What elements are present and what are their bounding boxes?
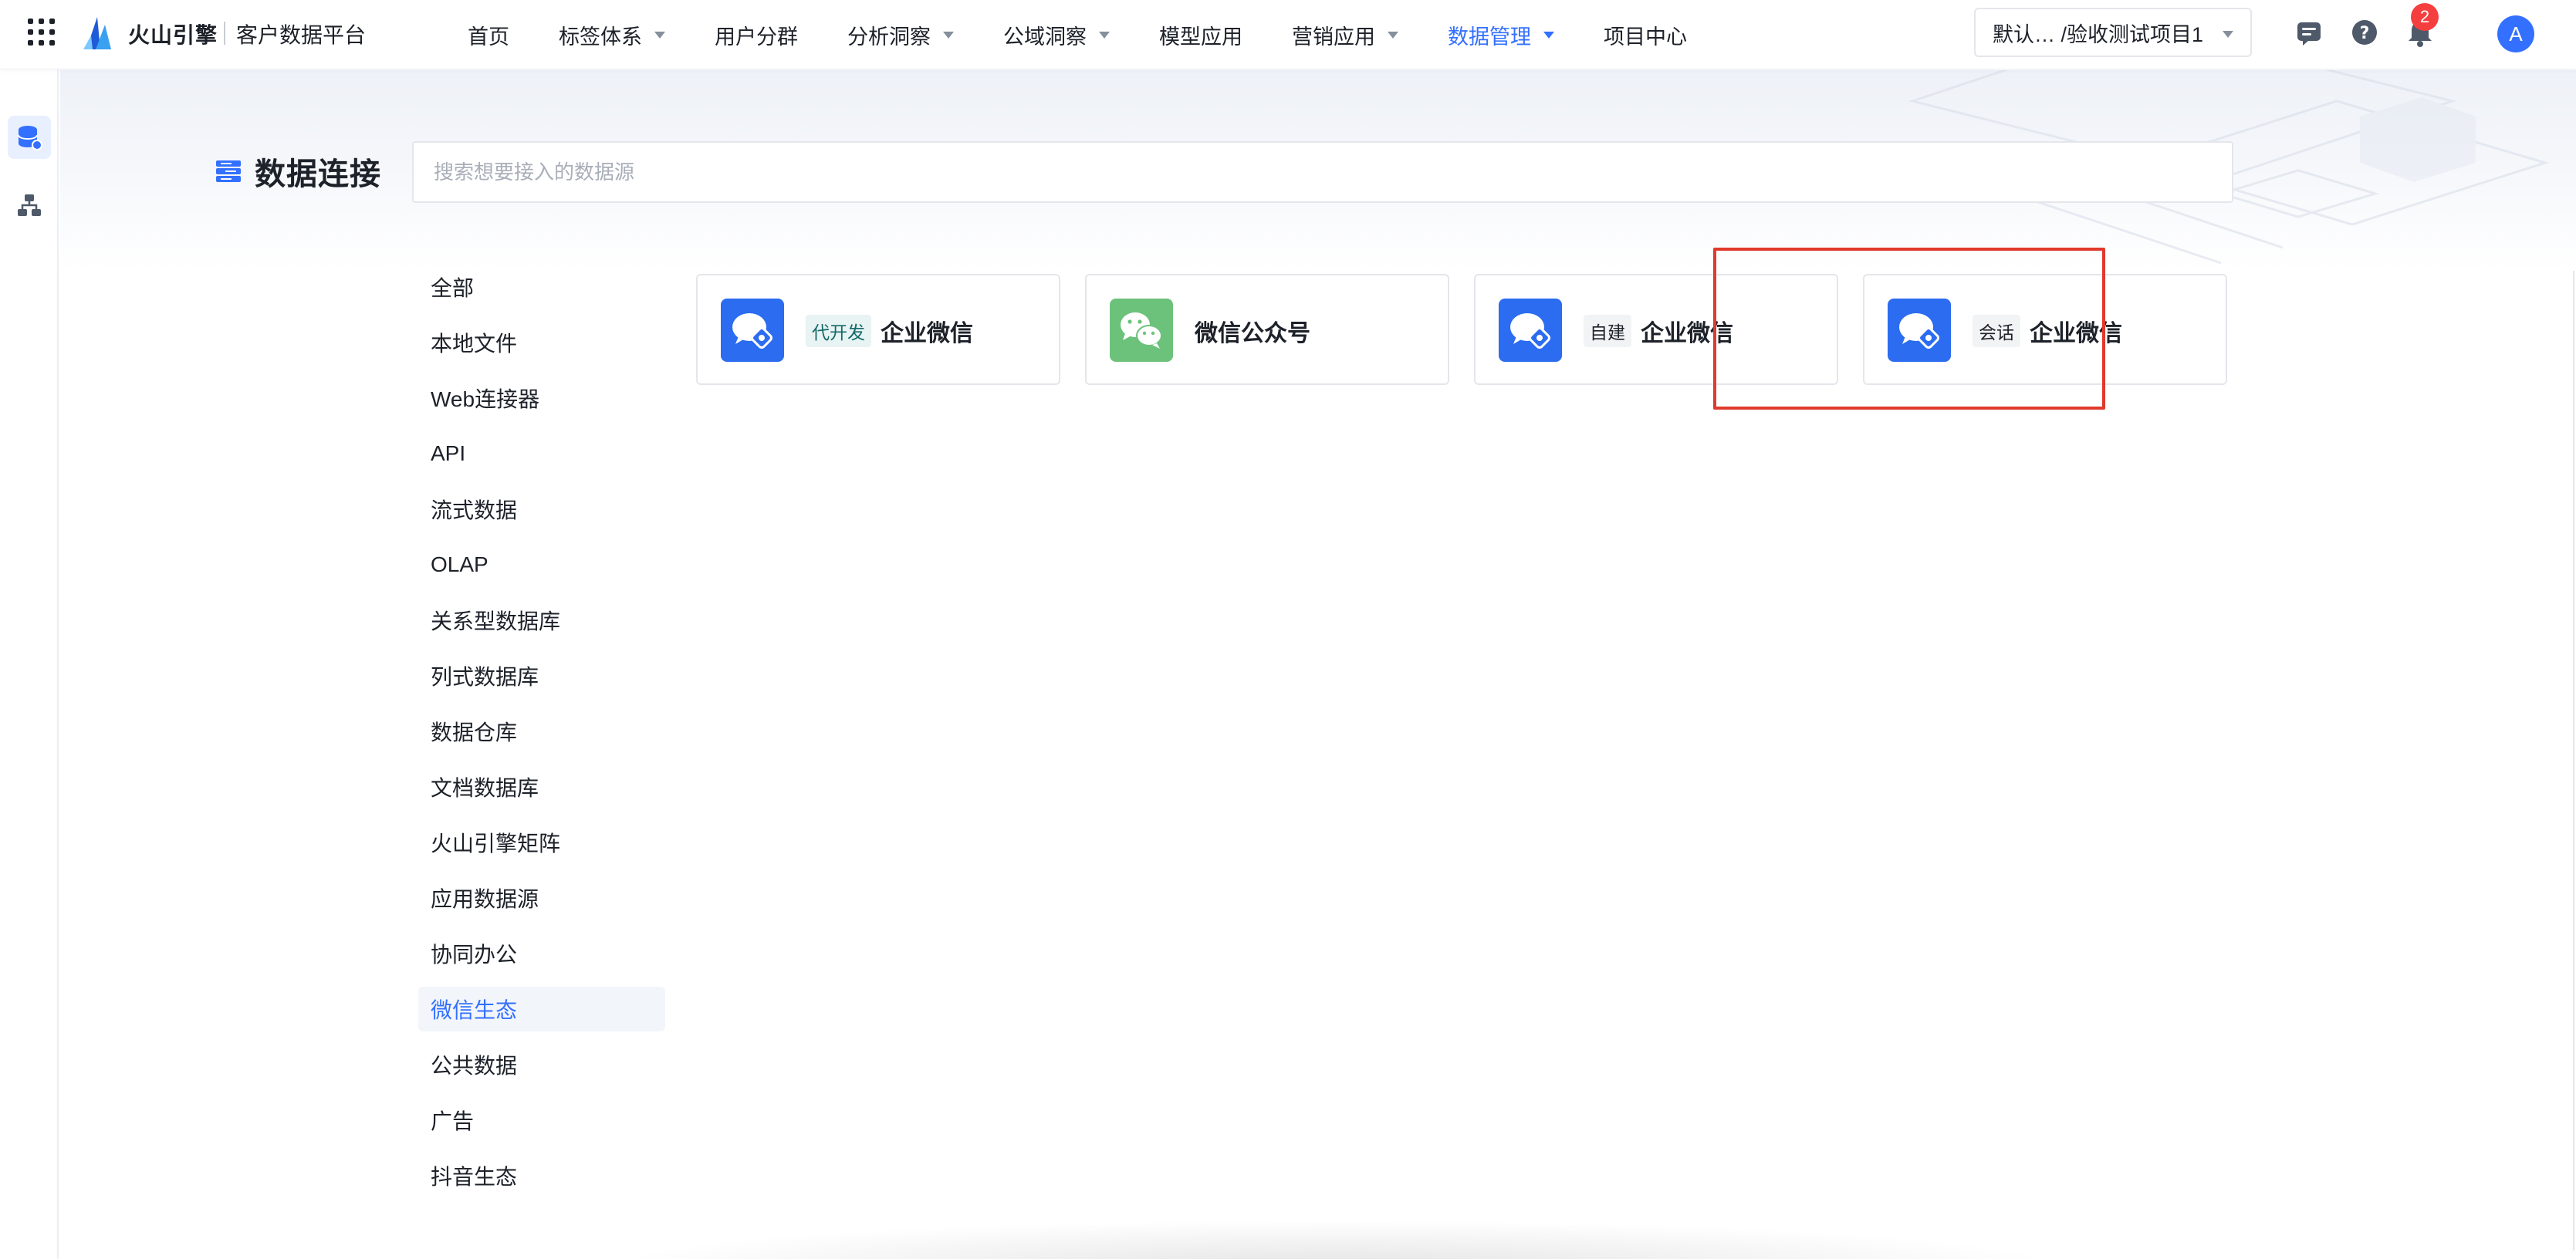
top-nav: 火山引擎 客户数据平台 首页 标签体系 用户分群 分析洞察 公域洞察 模型应用 … xyxy=(0,0,2576,69)
caret-down-icon xyxy=(1388,31,1398,39)
card-tag: 会话 xyxy=(1973,315,2020,347)
category-wechat-ecosystem[interactable]: 微信生态 xyxy=(418,987,665,1031)
caret-down-icon xyxy=(1099,31,1110,39)
message-icon[interactable] xyxy=(2294,17,2324,48)
menu-data-management[interactable]: 数据管理 xyxy=(1448,20,1554,50)
menu-marketing-apps[interactable]: 营销应用 xyxy=(1292,20,1398,50)
brand-divider xyxy=(224,22,225,45)
rail-data-source[interactable] xyxy=(8,116,51,159)
wecom-icon xyxy=(1499,299,1562,362)
project-selector[interactable]: 默认… /验收测试项目1 xyxy=(1974,8,2252,57)
category-document-db[interactable]: 文档数据库 xyxy=(418,765,665,809)
card-tag: 代开发 xyxy=(806,315,871,347)
category-streaming[interactable]: 流式数据 xyxy=(418,487,665,532)
category-web-connector[interactable]: Web连接器 xyxy=(418,376,665,420)
category-all[interactable]: 全部 xyxy=(418,265,665,309)
menu-user-segments[interactable]: 用户分群 xyxy=(715,20,798,50)
menu-label: 数据管理 xyxy=(1448,25,1531,49)
card-title: 企业微信 xyxy=(1641,321,1733,346)
category-list: 全部 本地文件 Web连接器 API 流式数据 OLAP 关系型数据库 列式数据… xyxy=(418,265,665,1209)
notification-badge: 2 xyxy=(2411,3,2439,31)
category-collaboration[interactable]: 协同办公 xyxy=(418,931,665,976)
category-app-datasource[interactable]: 应用数据源 xyxy=(418,876,665,920)
category-ads[interactable]: 广告 xyxy=(418,1098,665,1143)
category-olap[interactable]: OLAP xyxy=(418,542,665,587)
menu-label: 模型应用 xyxy=(1159,25,1242,49)
caret-down-icon xyxy=(943,31,954,39)
volcengine-logo xyxy=(83,17,111,49)
product-name: 客户数据平台 xyxy=(236,23,367,47)
card-text: 自建 企业微信 xyxy=(1584,314,1733,348)
menu-public-insights[interactable]: 公域洞察 xyxy=(1003,20,1110,50)
menu-label: 分析洞察 xyxy=(847,25,931,49)
category-local-file[interactable]: 本地文件 xyxy=(418,320,665,365)
wechat-icon xyxy=(1110,299,1173,362)
main-content: 数据连接 全部 本地文件 Web连接器 API 流式数据 OLAP 关系型数据库… xyxy=(60,70,2576,1259)
menu-project-center[interactable]: 项目中心 xyxy=(1604,20,1687,50)
right-divider xyxy=(2573,271,2574,1251)
bottom-shadow xyxy=(600,1220,2067,1259)
wecom-icon xyxy=(1888,299,1951,362)
menu-label: 项目中心 xyxy=(1604,25,1687,49)
category-public-data[interactable]: 公共数据 xyxy=(418,1042,665,1087)
category-columnar-db[interactable]: 列式数据库 xyxy=(418,653,665,698)
project-selector-value: 默认… /验收测试项目1 xyxy=(1993,22,2204,46)
hierarchy-icon xyxy=(18,194,41,216)
menu-model-apps[interactable]: 模型应用 xyxy=(1159,20,1242,50)
page-header: 数据连接 xyxy=(215,149,381,194)
caret-down-icon xyxy=(2223,31,2233,38)
page-title: 数据连接 xyxy=(255,157,381,191)
category-relational-db[interactable]: 关系型数据库 xyxy=(418,598,665,643)
card-text: 微信公众号 xyxy=(1195,314,1310,348)
main-menu: 首页 标签体系 用户分群 分析洞察 公域洞察 模型应用 营销应用 数据管理 项目… xyxy=(468,0,1736,69)
menu-label: 用户分群 xyxy=(715,25,798,49)
svg-text:?: ? xyxy=(2360,24,2370,43)
wecom-icon xyxy=(721,299,784,362)
left-rail xyxy=(0,69,59,1259)
menu-label: 公域洞察 xyxy=(1003,25,1087,49)
app-grid-icon[interactable] xyxy=(28,19,56,46)
category-data-warehouse[interactable]: 数据仓库 xyxy=(418,709,665,754)
card-wecom-session[interactable]: 会话 企业微信 xyxy=(1863,274,2227,385)
data-connection-icon xyxy=(216,160,241,182)
caret-down-icon xyxy=(1543,31,1554,39)
avatar[interactable]: A xyxy=(2497,15,2534,52)
card-tag: 自建 xyxy=(1584,315,1631,347)
category-douyin-ecosystem[interactable]: 抖音生态 xyxy=(418,1153,665,1198)
card-wecom-self-built[interactable]: 自建 企业微信 xyxy=(1474,274,1838,385)
menu-label: 标签体系 xyxy=(559,25,642,49)
help-icon[interactable]: ? xyxy=(2349,17,2380,48)
card-text: 会话 企业微信 xyxy=(1973,314,2122,348)
card-wecom-third-party[interactable]: 代开发 企业微信 xyxy=(696,274,1060,385)
category-api[interactable]: API xyxy=(418,431,665,476)
card-title: 微信公众号 xyxy=(1195,321,1310,346)
menu-home[interactable]: 首页 xyxy=(468,20,509,50)
datasource-search-input[interactable] xyxy=(412,141,2233,203)
rail-topology[interactable] xyxy=(8,184,51,227)
menu-label: 首页 xyxy=(468,25,509,49)
database-icon xyxy=(18,126,42,150)
menu-analysis-insights[interactable]: 分析洞察 xyxy=(847,20,954,50)
card-title: 企业微信 xyxy=(881,321,973,346)
category-volcengine-matrix[interactable]: 火山引擎矩阵 xyxy=(418,820,665,865)
brand-name: 火山引擎 xyxy=(128,23,218,47)
menu-label: 营销应用 xyxy=(1292,25,1375,49)
card-text: 代开发 企业微信 xyxy=(806,314,973,348)
menu-tag-system[interactable]: 标签体系 xyxy=(559,20,665,50)
card-title: 企业微信 xyxy=(2030,321,2122,346)
card-wechat-official-account[interactable]: 微信公众号 xyxy=(1085,274,1449,385)
caret-down-icon xyxy=(654,31,665,39)
